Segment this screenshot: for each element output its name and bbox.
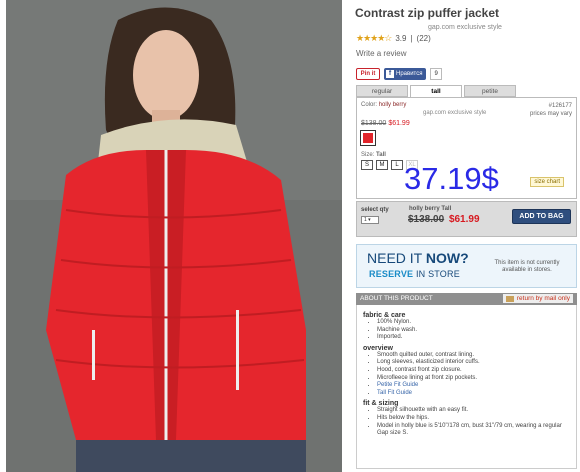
- size-label-text: Size:: [361, 152, 375, 158]
- reserve-text: RESERVE IN STORE: [369, 269, 460, 279]
- need-bold: NOW?: [425, 250, 469, 266]
- reserve-bold: RESERVE: [369, 269, 414, 279]
- qty-value: 1: [364, 217, 367, 223]
- exclusive-label-2: gap.com exclusive style: [423, 110, 487, 116]
- about-header: ABOUT THIS PRODUCT return by mail only: [356, 293, 577, 305]
- selection-price: $138.00 $61.99: [408, 214, 480, 225]
- divider: |: [410, 34, 413, 43]
- list-item: Microfleece lining at front zip pockets.: [377, 375, 570, 383]
- rating-row[interactable]: ★★★★☆ 3.9 | (22): [356, 33, 431, 44]
- size-option-m[interactable]: M: [376, 160, 388, 170]
- color-label-text: Color:: [361, 102, 378, 108]
- was-price: $138.00: [361, 120, 387, 127]
- list-item: Imported.: [377, 334, 570, 342]
- color-name: holly berry: [378, 102, 407, 108]
- now-price: $61.99: [388, 120, 410, 127]
- return-label: return by mail only: [516, 295, 570, 302]
- box-icon: [505, 295, 514, 302]
- about-title: ABOUT THIS PRODUCT: [360, 295, 433, 302]
- tab-regular[interactable]: regular: [356, 85, 408, 97]
- variant-panel: Color: holly berry #126177 prices may va…: [356, 97, 577, 199]
- facebook-like-count: 9: [430, 68, 442, 80]
- section-title-overview: overview: [363, 344, 393, 352]
- share-row: Pin it f Нравится 9: [356, 68, 442, 80]
- price-note: prices may vary: [529, 111, 572, 117]
- tall-fit-guide-link[interactable]: Tall Fit Guide: [377, 390, 412, 396]
- pinterest-button[interactable]: Pin it: [356, 68, 380, 80]
- list-item: Smooth quilted outer, contrast lining.: [377, 352, 570, 360]
- exclusive-label: gap.com exclusive style: [428, 24, 502, 31]
- availability-note: This item is not currently available in …: [494, 260, 560, 273]
- sku-number: #126177: [548, 103, 572, 109]
- list-item: 100% Nylon.: [377, 319, 570, 327]
- list-item: Model in holly blue is 5'10"/178 cm, bus…: [377, 423, 570, 438]
- petite-fit-guide-item: Petite Fit Guide: [377, 382, 570, 390]
- write-review-link[interactable]: Write a review: [356, 49, 407, 58]
- need-prefix: NEED IT: [367, 250, 426, 266]
- tall-fit-guide-item: Tall Fit Guide: [377, 390, 570, 398]
- reserve-rest: IN STORE: [413, 269, 460, 279]
- facebook-icon: f: [386, 70, 394, 78]
- selection-name: holly berry Tall: [409, 206, 452, 212]
- sku-block: #126177 prices may vary: [530, 102, 572, 118]
- section-title-fabric: fabric & care: [363, 312, 406, 319]
- list-item: Hood, contrast front zip closure.: [377, 367, 570, 375]
- color-label: Color: holly berry: [361, 102, 406, 108]
- tab-petite[interactable]: petite: [464, 85, 516, 97]
- reserve-in-store-banner[interactable]: NEED IT NOW? RESERVE IN STORE This item …: [356, 244, 577, 288]
- product-photo[interactable]: [6, 0, 342, 472]
- add-to-bag-bar: select qty 1 ▾ holly berry Tall $138.00 …: [356, 201, 577, 237]
- return-by-mail[interactable]: return by mail only: [502, 294, 573, 303]
- size-chart-link[interactable]: size chart: [530, 177, 564, 187]
- size-option-l[interactable]: L: [391, 160, 403, 170]
- facebook-like-label: Нравится: [396, 71, 423, 77]
- product-title: Contrast zip puffer jacket: [355, 6, 500, 20]
- qty-select[interactable]: 1 ▾: [361, 216, 379, 224]
- size-option-s[interactable]: S: [361, 160, 373, 170]
- size-value: Tall: [376, 152, 386, 158]
- overlay-price: 37.19$: [404, 161, 499, 196]
- facebook-like-button[interactable]: f Нравится: [384, 68, 427, 80]
- add-to-bag-button[interactable]: ADD TO BAG: [512, 209, 571, 224]
- color-swatch[interactable]: [360, 130, 376, 146]
- need-it-now: NEED IT NOW?: [367, 250, 469, 266]
- petite-fit-guide-link[interactable]: Petite Fit Guide: [377, 382, 418, 388]
- about-body: fabric & care 100% Nylon. Machine wash. …: [356, 305, 577, 469]
- bag-was-price: $138.00: [408, 214, 445, 225]
- review-count[interactable]: (22): [417, 34, 431, 43]
- bag-now-price: $61.99: [448, 214, 480, 225]
- variant-price: $138.00 $61.99: [361, 120, 410, 127]
- list-item: Long sleeves, elasticized interior cuffs…: [377, 359, 570, 367]
- list-item: Straight silhouette with an easy fit.: [377, 407, 570, 415]
- list-item: Hits below the hips.: [377, 415, 570, 423]
- rating-stars-icon: ★★★★☆: [356, 33, 392, 43]
- rating-value: 3.9: [395, 34, 407, 43]
- size-label: Size: Tall: [361, 152, 386, 158]
- qty-label: select qty: [361, 207, 389, 213]
- section-title-fit: fit & sizing: [363, 400, 399, 408]
- list-item: Machine wash.: [377, 327, 570, 335]
